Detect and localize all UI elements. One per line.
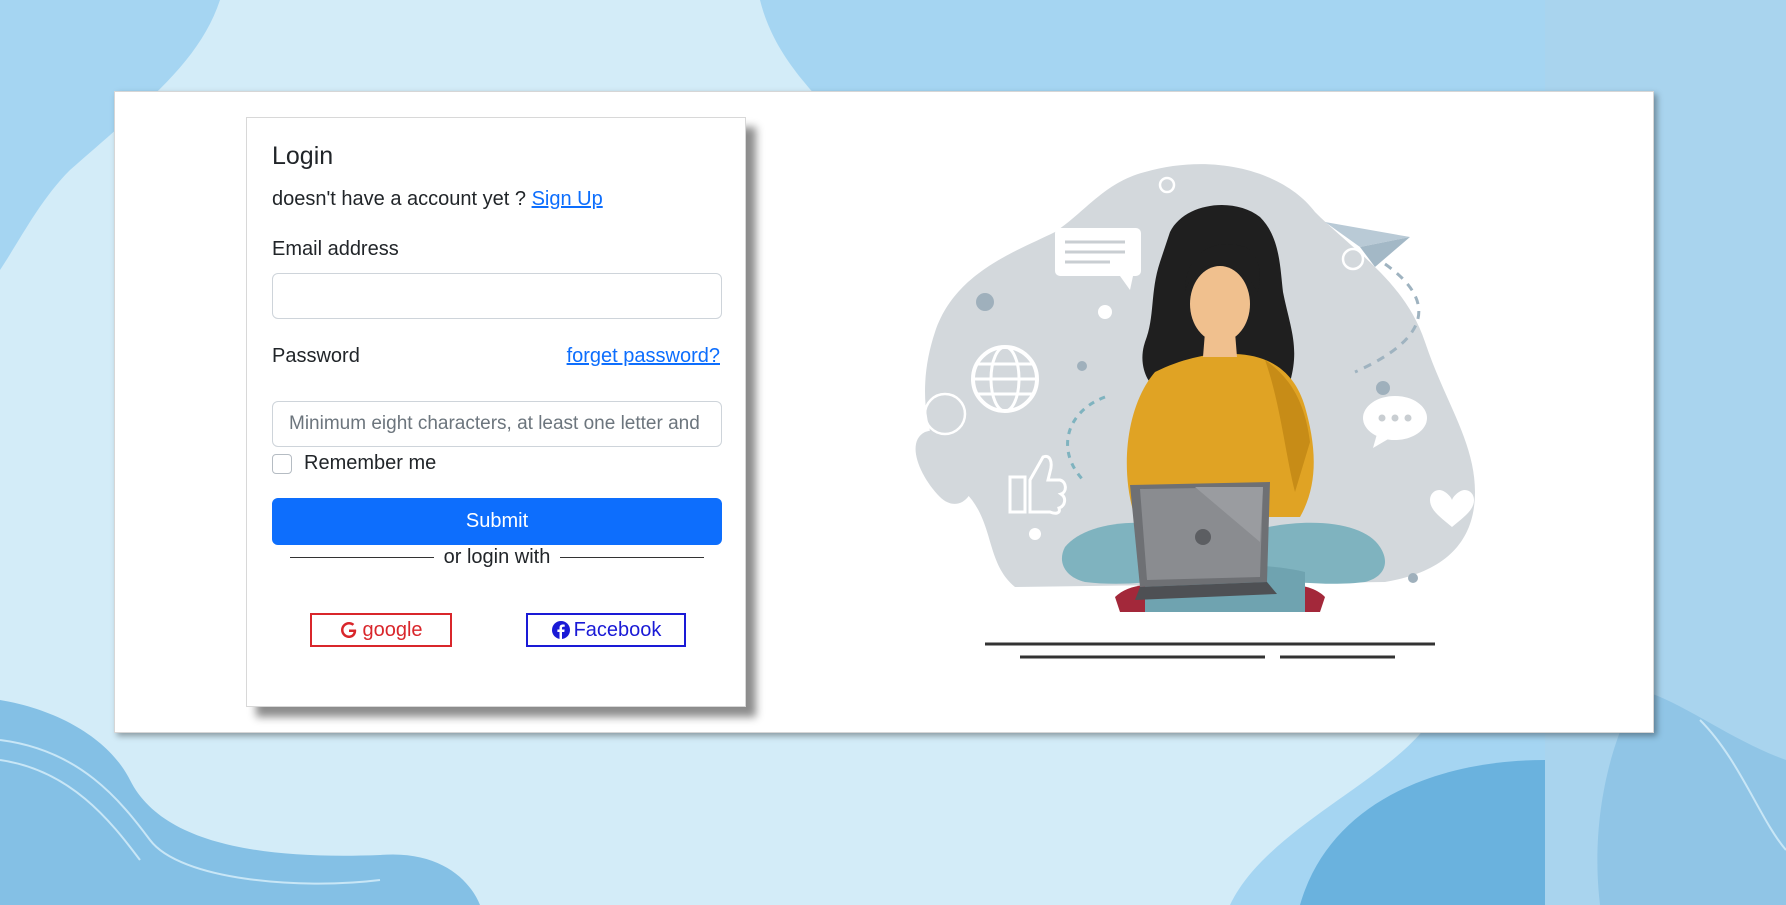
facebook-login-button[interactable]: Facebook [526, 613, 686, 647]
remember-checkbox[interactable] [272, 453, 292, 474]
signup-prompt-text: doesn't have a account yet ? [272, 188, 526, 210]
remember-label: Remember me [304, 452, 437, 474]
remember-me: Remember me [272, 452, 436, 475]
signup-prompt: doesn't have a account yet ? Sign Up [272, 188, 603, 211]
divider-line-right [560, 557, 704, 558]
login-title: Login [272, 142, 334, 170]
password-label: Password [272, 345, 360, 367]
google-label: google [362, 618, 423, 641]
password-field[interactable] [272, 401, 722, 447]
main-card: Login doesn't have a account yet ? Sign … [114, 91, 1654, 733]
email-label: Email address [272, 238, 399, 260]
email-field[interactable] [272, 273, 722, 319]
signup-link[interactable]: Sign Up [532, 188, 603, 210]
google-icon [341, 622, 357, 638]
forget-password-link[interactable]: forget password? [567, 345, 720, 368]
divider-line-left [290, 557, 434, 558]
divider-text: or login with [443, 546, 551, 568]
facebook-label: Facebook [573, 618, 662, 641]
social-divider: or login with [290, 546, 704, 569]
woman-with-laptop-illustration [915, 164, 1475, 659]
google-login-button[interactable]: google [310, 613, 452, 647]
submit-button[interactable]: Submit [272, 498, 722, 545]
login-form: Login doesn't have a account yet ? Sign … [246, 117, 746, 707]
facebook-icon [551, 621, 570, 639]
